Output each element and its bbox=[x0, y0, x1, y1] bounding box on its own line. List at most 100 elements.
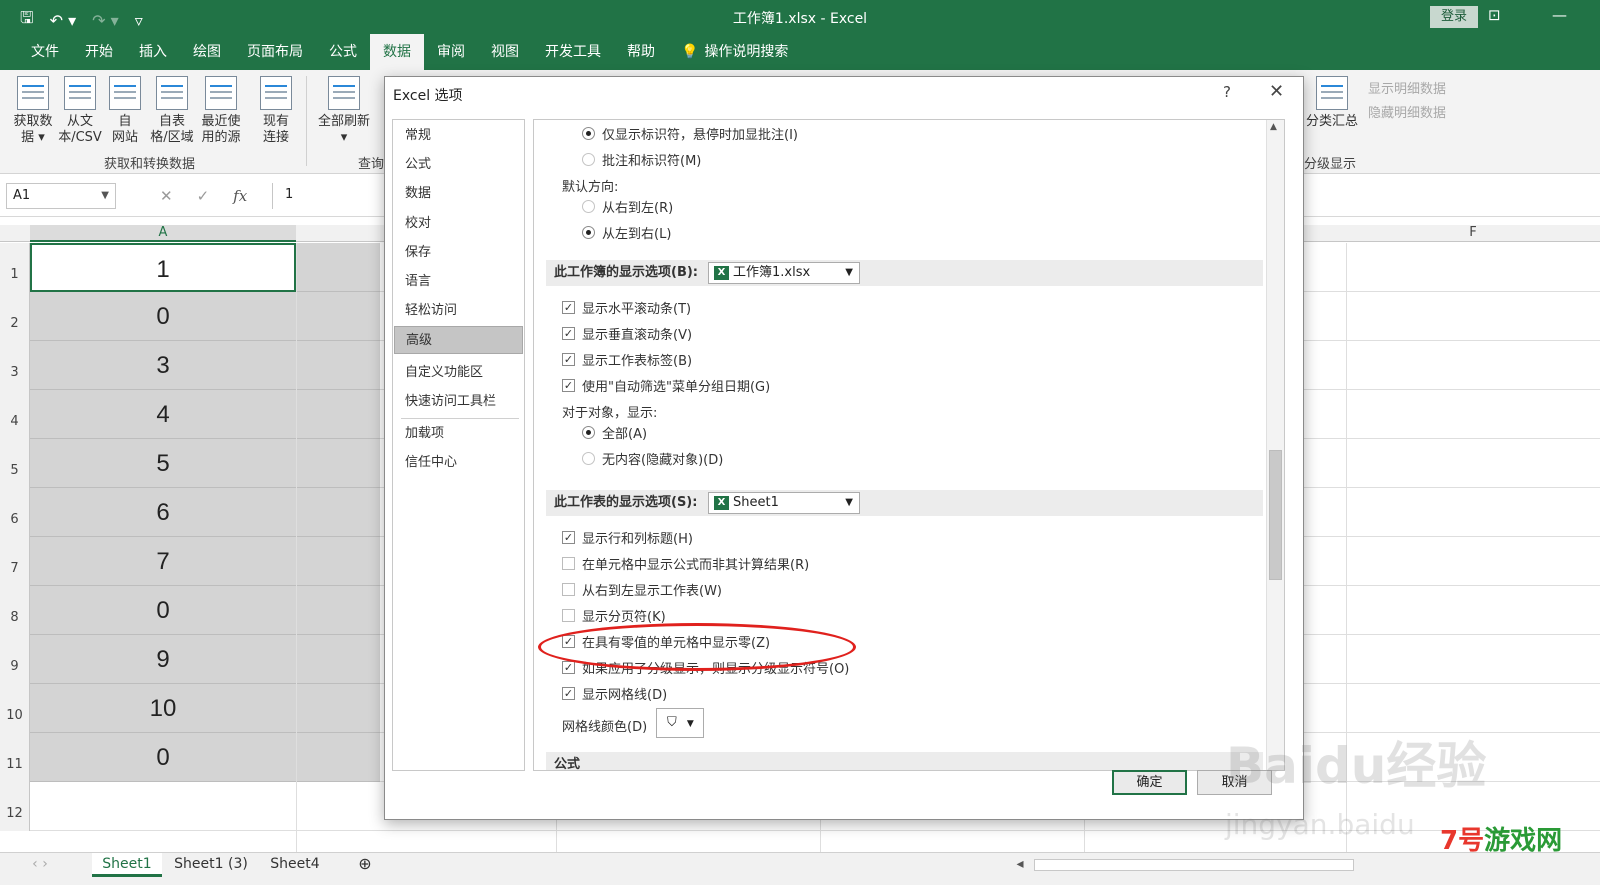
tab-help[interactable]: 帮助 bbox=[614, 34, 668, 70]
horizontal-scrollbar[interactable] bbox=[1034, 859, 1354, 871]
cell-a7[interactable]: 7 bbox=[30, 537, 296, 586]
checkbox-vscroll[interactable]: ✓ bbox=[562, 327, 575, 340]
tab-insert[interactable]: 插入 bbox=[126, 34, 180, 70]
nav-formulas[interactable]: 公式 bbox=[394, 151, 523, 179]
radio-right-to-left[interactable] bbox=[582, 200, 595, 213]
scroll-left-icon[interactable]: ◂ bbox=[1010, 853, 1030, 877]
cell-a8[interactable]: 0 bbox=[30, 586, 296, 635]
close-icon[interactable]: ✕ bbox=[1269, 81, 1284, 102]
nav-proofing[interactable]: 校对 bbox=[394, 210, 523, 238]
nav-save[interactable]: 保存 bbox=[394, 239, 523, 267]
cell-a10[interactable]: 10 bbox=[30, 684, 296, 733]
row-header[interactable]: 11 bbox=[0, 733, 30, 782]
cell-a5[interactable]: 5 bbox=[30, 439, 296, 488]
nav-addins[interactable]: 加载项 bbox=[394, 420, 523, 448]
column-header-a[interactable]: A bbox=[30, 225, 296, 242]
name-box[interactable]: A1 ▼ bbox=[6, 183, 116, 209]
sheet-tab-sheet1-3[interactable]: Sheet1 (3) bbox=[166, 853, 256, 877]
radio-comments-and-indicators[interactable] bbox=[582, 153, 595, 166]
checkbox-group-dates[interactable]: ✓ bbox=[562, 379, 575, 392]
selected-cell[interactable] bbox=[296, 684, 380, 733]
checkbox-hscroll[interactable]: ✓ bbox=[562, 301, 575, 314]
checkbox-rtl-sheet[interactable] bbox=[562, 583, 575, 596]
radio-comments-indicator[interactable] bbox=[582, 127, 595, 140]
sheet-select[interactable]: X Sheet1 ▼ bbox=[708, 492, 860, 514]
tab-review[interactable]: 审阅 bbox=[424, 34, 478, 70]
tab-draw[interactable]: 绘图 bbox=[180, 34, 234, 70]
cell-a9[interactable]: 9 bbox=[30, 635, 296, 684]
row-header[interactable]: 3 bbox=[0, 341, 30, 390]
cancel-icon[interactable]: ✕ bbox=[160, 187, 173, 205]
cell-a6[interactable]: 6 bbox=[30, 488, 296, 537]
help-icon[interactable]: ? bbox=[1223, 83, 1231, 101]
select-all-corner[interactable] bbox=[0, 225, 30, 242]
nav-quick-access-toolbar[interactable]: 快速访问工具栏 bbox=[394, 388, 523, 416]
row-header[interactable]: 8 bbox=[0, 586, 30, 635]
nav-data[interactable]: 数据 bbox=[394, 180, 523, 208]
row-header[interactable]: 10 bbox=[0, 684, 30, 733]
selected-cell[interactable] bbox=[296, 635, 380, 684]
scrollbar-thumb[interactable] bbox=[1269, 450, 1282, 580]
nav-general[interactable]: 常规 bbox=[394, 122, 523, 150]
hide-detail-button[interactable]: 隐藏明细数据 bbox=[1368, 102, 1446, 121]
selected-cell[interactable] bbox=[296, 586, 380, 635]
existing-connections-button[interactable]: 现有 连接 bbox=[254, 76, 298, 146]
selected-cell[interactable] bbox=[296, 292, 380, 341]
row-header[interactable]: 9 bbox=[0, 635, 30, 684]
tell-me-search[interactable]: 💡 操作说明搜索 bbox=[668, 34, 801, 70]
checkbox-show-formulas[interactable] bbox=[562, 557, 575, 570]
selected-cell[interactable] bbox=[296, 537, 380, 586]
options-scrollbar[interactable]: ▲ bbox=[1266, 120, 1284, 770]
checkbox-sheet-tabs[interactable]: ✓ bbox=[562, 353, 575, 366]
enter-icon[interactable]: ✓ bbox=[197, 187, 210, 205]
insert-function-icon[interactable]: fx bbox=[233, 187, 247, 205]
selected-cell[interactable] bbox=[296, 439, 380, 488]
cell-a2[interactable]: 0 bbox=[30, 292, 296, 341]
checkbox-outline-symbols[interactable]: ✓ bbox=[562, 661, 575, 674]
cell-a4[interactable]: 4 bbox=[30, 390, 296, 439]
workbook-select[interactable]: X 工作簿1.xlsx ▼ bbox=[708, 262, 860, 284]
cell-a11[interactable]: 0 bbox=[30, 733, 296, 782]
tab-page-layout[interactable]: 页面布局 bbox=[234, 34, 316, 70]
tab-developer[interactable]: 开发工具 bbox=[532, 34, 614, 70]
cell-a3[interactable]: 3 bbox=[30, 341, 296, 390]
nav-accessibility[interactable]: 轻松访问 bbox=[394, 297, 523, 325]
checkbox-row-col-headers[interactable]: ✓ bbox=[562, 531, 575, 544]
selected-cell[interactable] bbox=[296, 733, 380, 782]
gridline-color-picker[interactable]: ⛉ ▼ bbox=[656, 708, 704, 738]
checkbox-gridlines[interactable]: ✓ bbox=[562, 687, 575, 700]
row-header[interactable]: 4 bbox=[0, 390, 30, 439]
sheet-tab-sheet1[interactable]: Sheet1 bbox=[92, 853, 162, 877]
from-web-button[interactable]: 自 网站 bbox=[103, 76, 147, 146]
login-button[interactable]: 登录 bbox=[1430, 6, 1478, 28]
tab-view[interactable]: 视图 bbox=[478, 34, 532, 70]
radio-objects-all[interactable] bbox=[582, 426, 595, 439]
checkbox-page-breaks[interactable] bbox=[562, 609, 575, 622]
cell-a1[interactable]: 1 bbox=[30, 243, 296, 292]
recent-sources-button[interactable]: 最近使 用的源 bbox=[196, 76, 246, 146]
subtotal-button[interactable]: 分类汇总 bbox=[1302, 76, 1362, 130]
sheet-nav-icon[interactable]: ‹ › bbox=[20, 853, 60, 877]
nav-customize-ribbon[interactable]: 自定义功能区 bbox=[394, 359, 523, 387]
nav-advanced[interactable]: 高级 bbox=[394, 326, 523, 354]
tab-formulas[interactable]: 公式 bbox=[316, 34, 370, 70]
radio-left-to-right[interactable] bbox=[582, 226, 595, 239]
tab-home[interactable]: 开始 bbox=[72, 34, 126, 70]
add-sheet-icon[interactable]: ⊕ bbox=[350, 853, 380, 877]
tab-file[interactable]: 文件 bbox=[18, 34, 72, 70]
minimize-icon[interactable]: — bbox=[1552, 6, 1567, 24]
tab-data[interactable]: 数据 bbox=[370, 34, 424, 70]
selected-cell[interactable] bbox=[296, 488, 380, 537]
ok-button[interactable]: 确定 bbox=[1112, 770, 1187, 795]
sheet-tab-sheet4[interactable]: Sheet4 bbox=[260, 853, 330, 877]
row-header[interactable]: 1 bbox=[0, 243, 30, 292]
row-header[interactable]: 7 bbox=[0, 537, 30, 586]
radio-objects-nothing[interactable] bbox=[582, 452, 595, 465]
column-header-f[interactable]: F bbox=[1346, 225, 1600, 242]
scroll-up-icon[interactable]: ▲ bbox=[1270, 122, 1277, 132]
from-table-button[interactable]: 自表 格/区域 bbox=[148, 76, 196, 146]
row-header[interactable]: 5 bbox=[0, 439, 30, 488]
selected-cell[interactable] bbox=[296, 390, 380, 439]
row-header[interactable]: 12 bbox=[0, 782, 30, 831]
nav-language[interactable]: 语言 bbox=[394, 268, 523, 296]
